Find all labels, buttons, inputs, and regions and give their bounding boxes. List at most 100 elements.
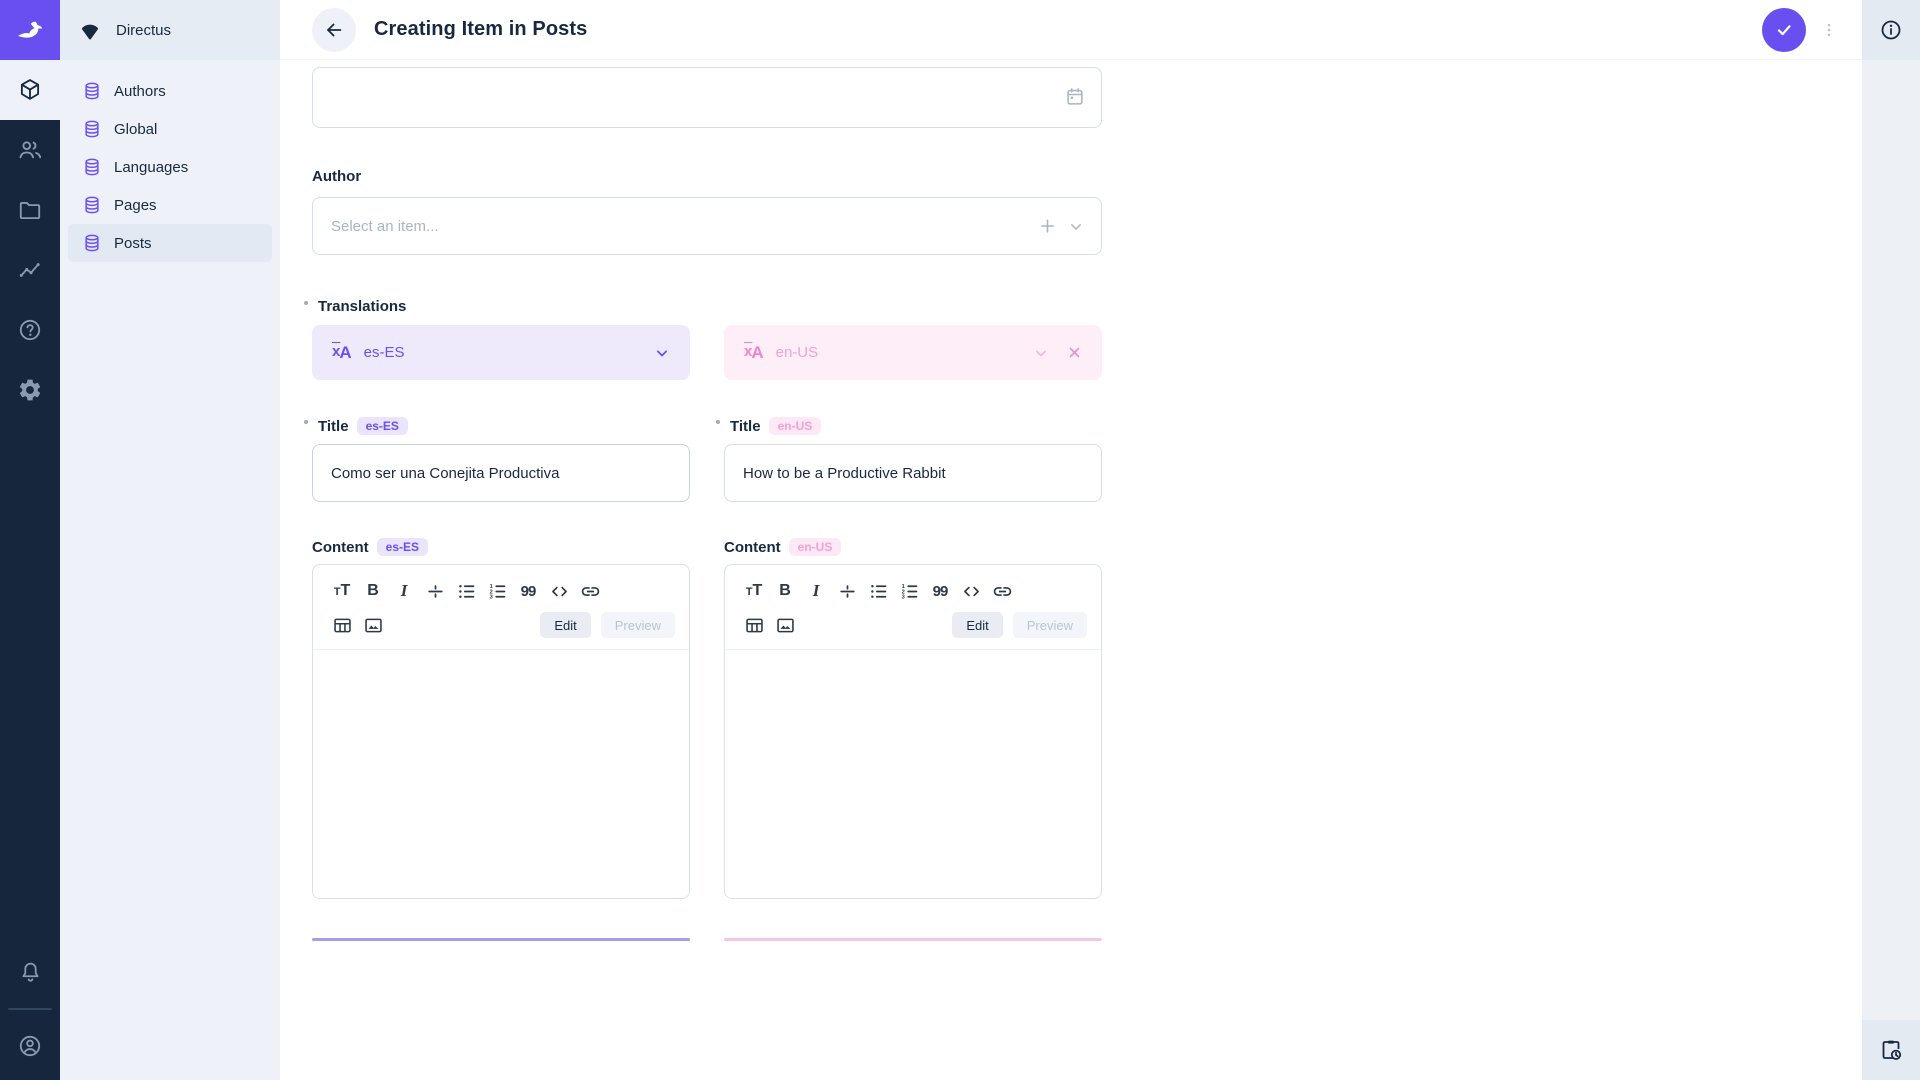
translation-dividers-row <box>312 938 1102 941</box>
item-form: Author Translations <box>280 60 1106 941</box>
content-field-label-es-es: Content es-ES <box>312 538 690 556</box>
project-bar[interactable]: Directus <box>60 0 280 60</box>
chevron-down-icon[interactable] <box>652 343 672 363</box>
module-settings[interactable] <box>0 360 60 420</box>
table-icon[interactable] <box>739 612 769 638</box>
back-button[interactable] <box>312 8 356 52</box>
nav-item-authors[interactable]: Authors <box>68 72 272 110</box>
content-cube-icon <box>17 77 43 103</box>
files-folder-icon <box>17 197 43 223</box>
right-sidebar-body <box>1862 60 1920 1020</box>
language-chip-es-es[interactable]: xA es-ES <box>312 325 690 380</box>
link-icon[interactable] <box>987 578 1017 604</box>
more-options-button[interactable] <box>1820 21 1838 39</box>
title-field-label-en-us: Title en-US <box>724 417 1102 435</box>
module-content[interactable] <box>0 60 60 120</box>
preview-mode-button[interactable]: Preview <box>1013 612 1087 638</box>
bulleted-list-icon[interactable] <box>451 578 481 604</box>
format-size-icon[interactable]: TT <box>327 578 357 604</box>
chevron-down-icon[interactable] <box>1066 216 1086 236</box>
directus-app: Directus Authors <box>0 0 1920 1080</box>
code-icon[interactable] <box>544 578 574 604</box>
translations-field-label: Translations <box>312 298 1106 315</box>
content-editor-es-es: TT B I 123 99 <box>312 564 690 899</box>
module-files[interactable] <box>0 180 60 240</box>
right-sidebar <box>1862 0 1920 1080</box>
module-help[interactable] <box>0 300 60 360</box>
module-insights[interactable] <box>0 240 60 300</box>
save-button[interactable] <box>1762 8 1806 52</box>
required-dot <box>304 420 308 424</box>
nav-item-label: Posts <box>114 235 152 252</box>
bulleted-list-icon[interactable] <box>863 578 893 604</box>
module-users[interactable] <box>0 120 60 180</box>
editor-toolbar: TT B I 123 99 <box>313 565 689 649</box>
translation-divider-es-es <box>312 938 690 941</box>
nav-item-pages[interactable]: Pages <box>68 186 272 224</box>
preview-mode-button[interactable]: Preview <box>601 612 675 638</box>
lang-badge-en-us: en-US <box>769 417 822 435</box>
content-textarea-es-es[interactable] <box>313 649 689 898</box>
collections-nav-list: Authors Global <box>60 60 280 274</box>
project-wedge-icon <box>78 18 102 42</box>
author-field <box>312 185 1102 255</box>
title-inputs-row <box>312 444 1102 502</box>
translations-language-row: xA es-ES xA en-US <box>312 325 1102 380</box>
revisions-sidebar-button[interactable] <box>1862 1020 1920 1080</box>
user-avatar-button[interactable] <box>0 1016 60 1076</box>
edit-mode-button[interactable]: Edit <box>540 612 590 638</box>
nav-item-label: Languages <box>114 159 188 176</box>
nav-item-languages[interactable]: Languages <box>68 148 272 186</box>
bold-icon[interactable]: B <box>358 578 388 604</box>
author-select-input[interactable] <box>312 197 1102 255</box>
strikethrough-icon[interactable] <box>832 578 862 604</box>
edit-mode-button[interactable]: Edit <box>952 612 1002 638</box>
plus-icon[interactable] <box>1037 216 1058 237</box>
field-label-text: Title <box>730 418 761 435</box>
nav-item-label: Global <box>114 121 157 138</box>
blockquote-icon[interactable]: 99 <box>513 578 543 604</box>
bold-icon[interactable]: B <box>770 578 800 604</box>
table-icon[interactable] <box>327 612 357 638</box>
notifications-button[interactable] <box>0 942 60 1002</box>
content-textarea-en-us[interactable] <box>725 649 1101 898</box>
language-chip-en-us[interactable]: xA en-US <box>724 325 1102 380</box>
remove-language-button[interactable] <box>1065 343 1084 362</box>
chevron-down-icon[interactable] <box>1031 343 1051 363</box>
insights-icon <box>17 257 43 283</box>
title-input-es-es[interactable] <box>312 444 690 502</box>
date-input[interactable] <box>312 67 1102 128</box>
code-icon[interactable] <box>956 578 986 604</box>
nav-item-global[interactable]: Global <box>68 110 272 148</box>
svg-text:3: 3 <box>489 594 492 600</box>
title-input-en-us[interactable] <box>724 444 1102 502</box>
title-labels-row: Title es-ES Title en-US <box>312 417 1102 435</box>
image-icon[interactable] <box>770 612 800 638</box>
module-bar-divider <box>8 1008 52 1010</box>
title-field-label-es-es: Title es-ES <box>312 417 690 435</box>
blockquote-icon[interactable]: 99 <box>925 578 955 604</box>
content-field-label-en-us: Content en-US <box>724 538 1102 556</box>
nav-item-posts[interactable]: Posts <box>68 224 272 262</box>
numbered-list-icon[interactable]: 123 <box>482 578 512 604</box>
rabbit-icon <box>14 14 46 46</box>
language-code: en-US <box>776 344 819 361</box>
italic-icon[interactable]: I <box>389 578 419 604</box>
database-icon <box>82 157 102 177</box>
strikethrough-icon[interactable] <box>420 578 450 604</box>
database-icon <box>82 81 102 101</box>
format-size-icon[interactable]: TT <box>739 578 769 604</box>
check-save-icon <box>1773 19 1795 41</box>
database-icon <box>82 195 102 215</box>
numbered-list-icon[interactable]: 123 <box>894 578 924 604</box>
directus-rabbit-logo[interactable] <box>0 0 60 60</box>
italic-icon[interactable]: I <box>801 578 831 604</box>
info-sidebar-button[interactable] <box>1862 0 1920 60</box>
date-field <box>312 60 1102 128</box>
calendar-icon[interactable] <box>1064 86 1086 108</box>
link-icon[interactable] <box>575 578 605 604</box>
translate-icon: xA <box>744 344 764 361</box>
required-dot <box>304 301 308 305</box>
users-icon <box>17 137 43 163</box>
image-icon[interactable] <box>358 612 388 638</box>
